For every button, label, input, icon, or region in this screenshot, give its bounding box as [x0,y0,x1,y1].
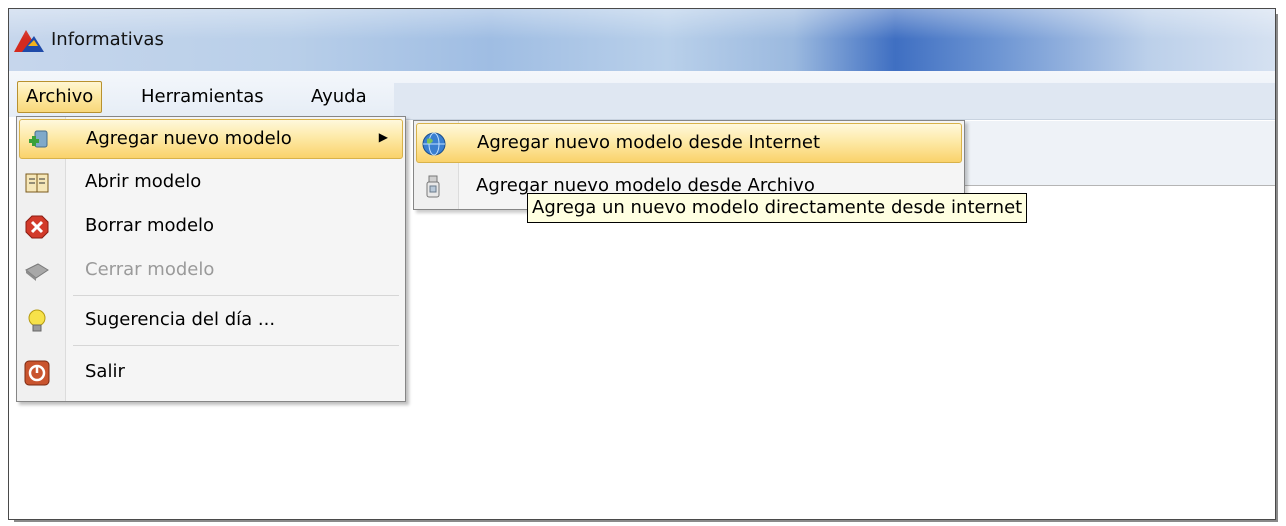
tooltip: Agrega un nuevo modelo directamente desd… [527,193,1028,223]
menu-item-sugerencia[interactable]: Sugerencia del día ... [19,301,403,341]
menu-item-label: Agregar nuevo modelo [86,128,292,149]
open-book-icon [25,173,49,193]
globe-icon [422,132,446,156]
usb-drive-icon [426,175,440,198]
submenu-item-desde-internet[interactable]: Agregar nuevo modelo desde Internet [416,123,962,163]
app-logo-icon [14,30,44,52]
archivo-dropdown: Agregar nuevo modelo ▶ Abrir modelo Borr… [16,116,406,402]
menu-item-salir[interactable]: Salir [19,353,403,393]
menu-item-label: Cerrar modelo [85,259,215,280]
menu-item-label: Borrar modelo [85,215,215,236]
submenu-arrow-icon: ▶ [378,130,388,144]
close-book-icon [25,263,49,281]
window-title: Informativas [51,29,164,50]
menu-item-agregar-nuevo-modelo[interactable]: Agregar nuevo modelo ▶ [19,119,403,159]
delete-icon [25,215,49,239]
menu-separator [73,295,399,296]
menu-archivo[interactable]: Archivo [17,81,103,113]
menu-separator [73,345,399,346]
menu-item-cerrar-modelo[interactable]: Cerrar modelo [19,251,403,291]
menu-item-label: Salir [85,361,125,382]
menu-item-borrar-modelo[interactable]: Borrar modelo [19,207,403,247]
add-model-icon [29,130,48,148]
menu-item-label: Sugerencia del día ... [85,309,276,330]
menu-herramientas[interactable]: Herramientas [133,81,272,113]
power-icon [24,360,50,386]
title-bar: Informativas [9,9,1275,71]
lightbulb-icon [28,309,46,332]
submenu-item-label: Agregar nuevo modelo desde Internet [477,132,821,153]
menu-bar-strip [394,83,1275,120]
menu-item-abrir-modelo[interactable]: Abrir modelo [19,163,403,203]
menu-ayuda[interactable]: Ayuda [303,81,375,113]
menu-item-label: Abrir modelo [85,171,202,192]
